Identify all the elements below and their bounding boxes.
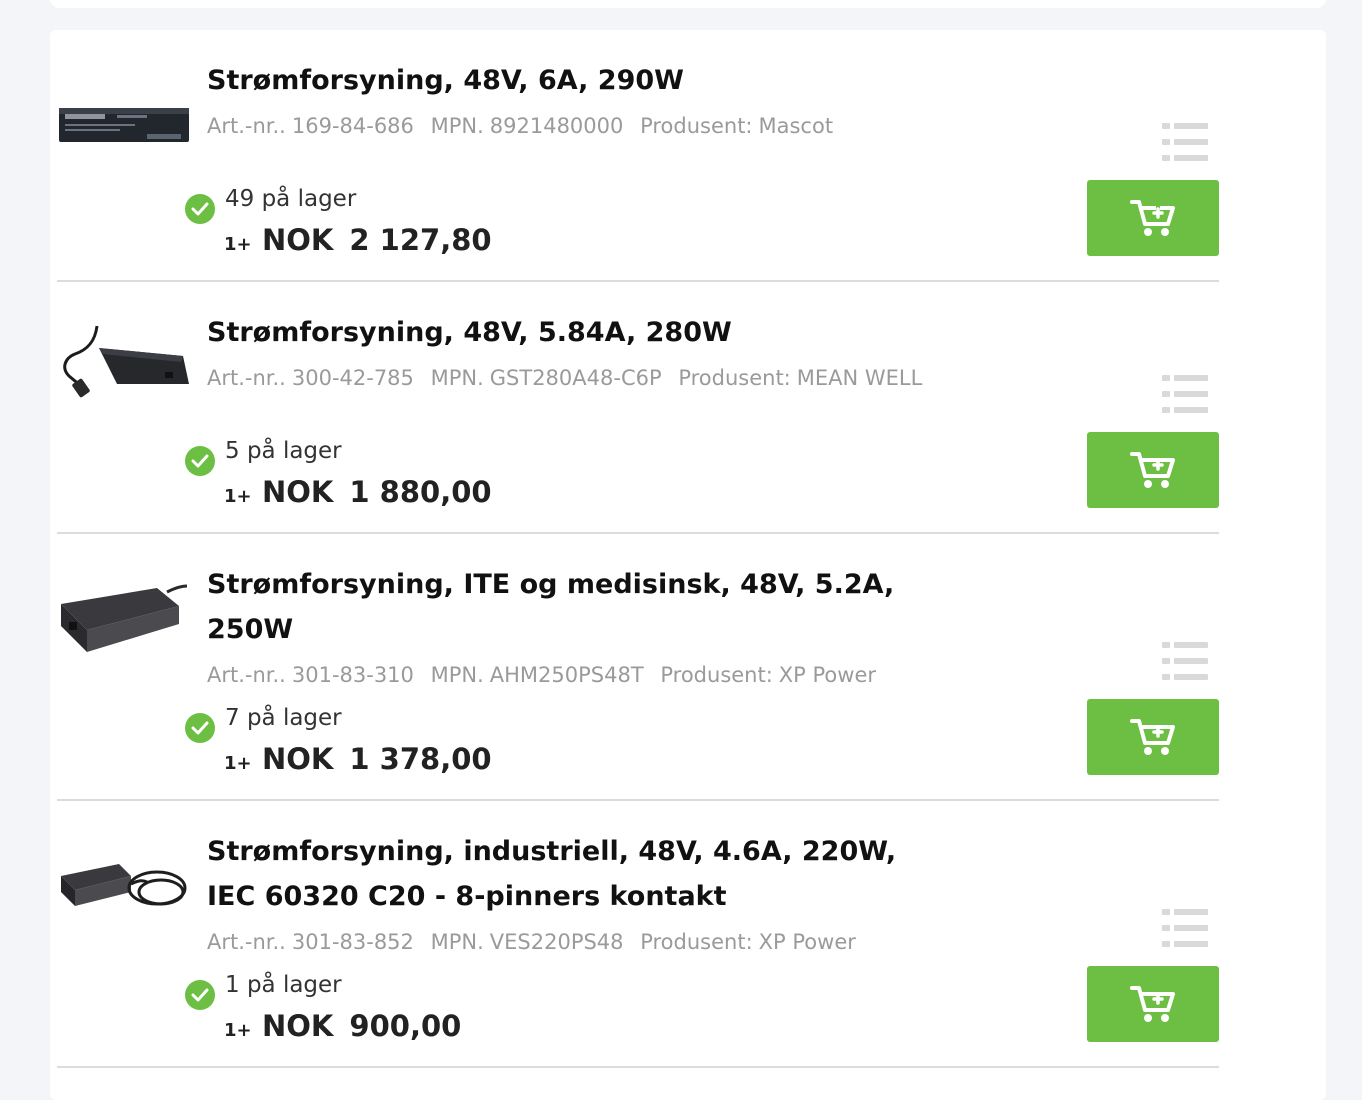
product-image[interactable]	[57, 322, 191, 402]
currency: NOK	[262, 223, 334, 257]
currency: NOK	[262, 1009, 334, 1043]
details-list-icon[interactable]	[1162, 122, 1208, 162]
manufacturer: XP Power	[758, 930, 856, 954]
stock-text: 49 på lager	[225, 186, 357, 212]
details-list-icon[interactable]	[1162, 908, 1208, 948]
product-image[interactable]	[57, 82, 191, 162]
art-nr-label: Art.-nr..	[207, 114, 286, 138]
mpn-label: MPN.	[430, 366, 484, 390]
price: 900,00	[349, 1009, 462, 1043]
qty-break: 1+	[224, 486, 252, 507]
details-list-icon[interactable]	[1162, 374, 1208, 414]
manufacturer: MEAN WELL	[796, 366, 923, 390]
art-nr: 301-83-310	[291, 663, 414, 687]
product-item: Strømforsyning, industriell, 48V, 4.6A, …	[57, 801, 1219, 1068]
product-image[interactable]	[57, 846, 191, 926]
add-to-cart-button[interactable]	[1087, 180, 1219, 256]
art-nr: 301-83-852	[291, 930, 414, 954]
check-circle-icon	[185, 194, 215, 224]
art-nr: 300-42-785	[291, 366, 414, 390]
stock-text: 1 på lager	[225, 972, 342, 998]
art-nr-label: Art.-nr..	[207, 663, 286, 687]
manufacturer: Mascot	[758, 114, 834, 138]
art-nr-label: Art.-nr..	[207, 930, 286, 954]
check-circle-icon	[185, 980, 215, 1010]
mpn-label: MPN.	[430, 930, 484, 954]
product-title[interactable]: Strømforsyning, industriell, 48V, 4.6A, …	[207, 829, 947, 919]
previous-card	[50, 0, 1326, 8]
product-item: Strømforsyning, ITE og medisinsk, 48V, 5…	[57, 534, 1219, 801]
stock-text: 5 på lager	[225, 438, 342, 464]
qty-break: 1+	[224, 234, 252, 255]
art-nr-label: Art.-nr..	[207, 366, 286, 390]
price-row: 1+ NOK 900,00	[224, 1009, 461, 1043]
manufacturer: XP Power	[778, 663, 877, 687]
price: 1 378,00	[349, 742, 492, 776]
product-title[interactable]: Strømforsyning, 48V, 6A, 290W	[207, 58, 947, 103]
qty-break: 1+	[224, 1020, 252, 1041]
price-row: 1+ NOK 2 127,80	[224, 223, 492, 257]
manufacturer-label: Produsent:	[678, 366, 791, 390]
details-list-icon[interactable]	[1162, 641, 1208, 681]
add-to-cart-button[interactable]	[1087, 699, 1219, 775]
product-image[interactable]	[57, 574, 191, 654]
qty-break: 1+	[224, 753, 252, 774]
mpn-label: MPN.	[430, 114, 484, 138]
product-meta: Art.-nr.. 169-84-686 MPN. 8921480000 Produ…	[207, 114, 843, 138]
check-circle-icon	[185, 446, 215, 476]
currency: NOK	[262, 742, 334, 776]
add-to-cart-button[interactable]	[1087, 966, 1219, 1042]
add-to-cart-icon	[1130, 452, 1175, 488]
stock-text: 7 på lager	[225, 705, 342, 731]
product-meta: Art.-nr.. 301-83-852 MPN. VES220PS48 Produ…	[207, 930, 866, 954]
manufacturer-label: Produsent:	[640, 930, 753, 954]
mpn-label: MPN.	[430, 663, 484, 687]
mpn: GST280A48-C6P	[489, 366, 662, 390]
price-row: 1+ NOK 1 880,00	[224, 475, 492, 509]
mpn: AHM250PS48T	[489, 663, 644, 687]
art-nr: 169-84-686	[291, 114, 414, 138]
mpn: 8921480000	[489, 114, 624, 138]
add-to-cart-icon	[1130, 719, 1175, 755]
add-to-cart-icon	[1130, 986, 1175, 1022]
mpn: VES220PS48	[489, 930, 624, 954]
price-row: 1+ NOK 1 378,00	[224, 742, 492, 776]
product-title[interactable]: Strømforsyning, 48V, 5.84A, 280W	[207, 310, 947, 355]
manufacturer-label: Produsent:	[640, 114, 753, 138]
add-to-cart-button[interactable]	[1087, 432, 1219, 508]
check-circle-icon	[185, 713, 215, 743]
product-meta: Art.-nr.. 300-42-785 MPN. GST280A48-C6P Pr…	[207, 366, 932, 390]
price: 2 127,80	[349, 223, 492, 257]
product-item: Strømforsyning, 48V, 6A, 290W Art.-nr.. 1…	[57, 30, 1219, 282]
product-title[interactable]: Strømforsyning, ITE og medisinsk, 48V, 5…	[207, 562, 947, 652]
product-item: Strømforsyning, 48V, 5.84A, 280W Art.-nr…	[57, 282, 1219, 534]
manufacturer-label: Produsent:	[660, 663, 773, 687]
add-to-cart-icon	[1130, 200, 1175, 236]
price: 1 880,00	[349, 475, 492, 509]
currency: NOK	[262, 475, 334, 509]
product-meta: Art.-nr.. 301-83-310 MPN. AHM250PS48T Prod…	[207, 663, 886, 687]
